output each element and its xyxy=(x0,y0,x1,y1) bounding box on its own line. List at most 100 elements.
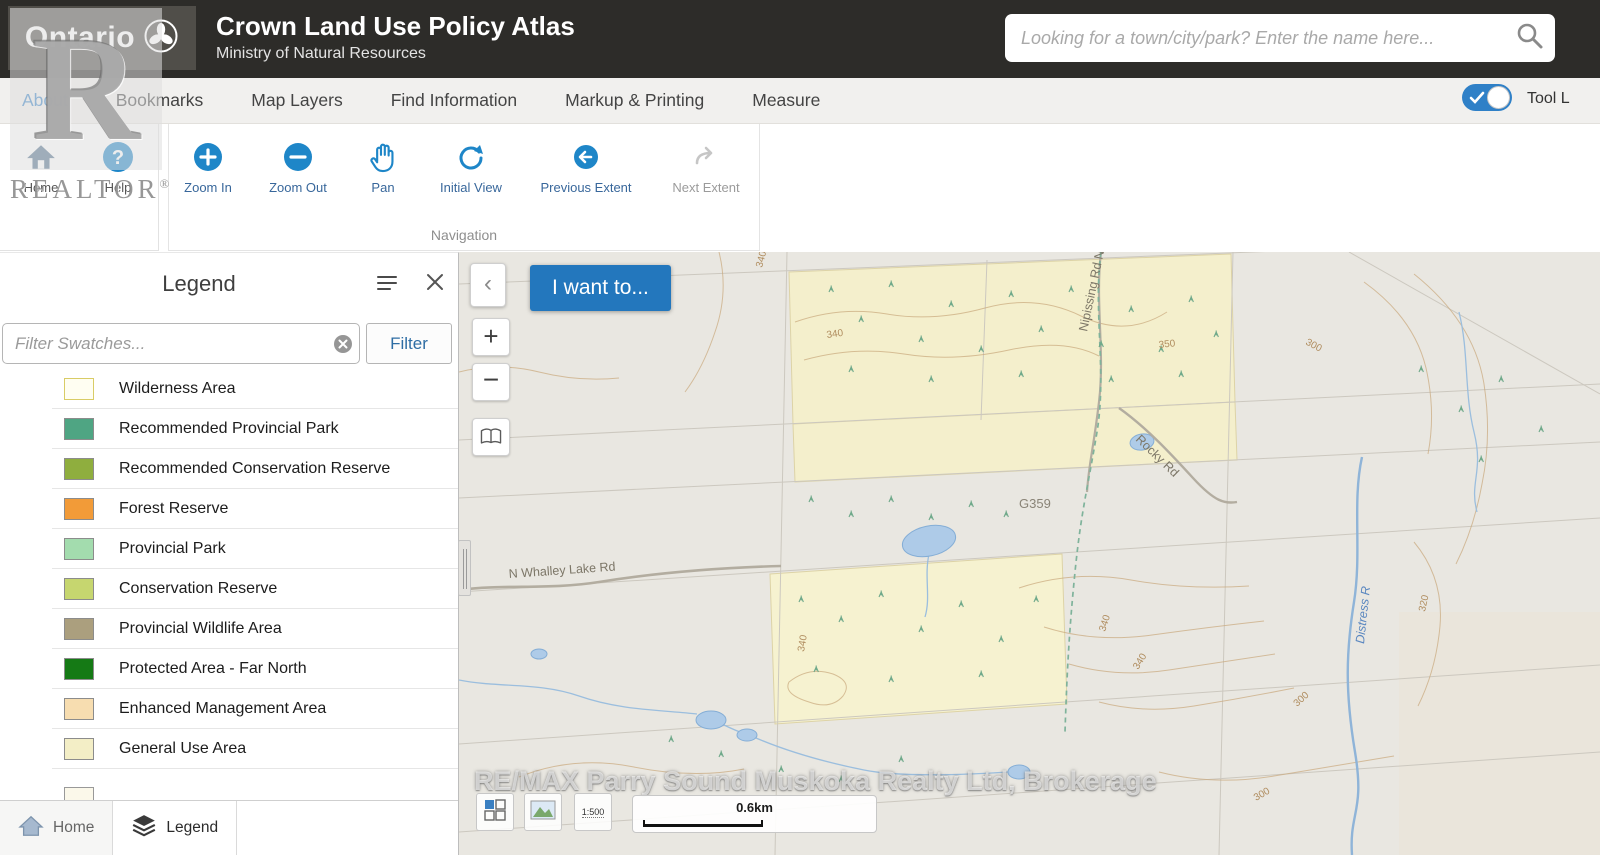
zoom-out-icon xyxy=(250,138,346,176)
search-icon[interactable] xyxy=(1515,21,1545,56)
legend-swatch xyxy=(64,538,94,560)
basemap-button[interactable] xyxy=(524,793,562,831)
legend-item-label: Wilderness Area xyxy=(119,380,236,398)
main-menu-bar: About Bookmarks Map Layers Find Informat… xyxy=(0,78,1600,124)
legend-title: Legend xyxy=(0,271,398,297)
filter-swatches-input[interactable] xyxy=(2,323,360,364)
legend-item-label: Enhanced Management Area xyxy=(119,700,326,718)
legend-list: Wilderness Area Recommended Provincial Pa… xyxy=(0,369,458,801)
legend-item-label: Forest Reserve xyxy=(119,500,228,518)
legend-item-label: Provincial Wildlife Area xyxy=(119,620,282,638)
legend-swatch xyxy=(64,498,94,520)
previous-extent-icon xyxy=(538,138,634,176)
tab-map-layers[interactable]: Map Layers xyxy=(251,90,342,111)
legend-swatch xyxy=(64,578,94,600)
legend-swatch xyxy=(64,458,94,480)
initial-view-tool[interactable]: Initial View xyxy=(423,138,519,195)
legend-item: Wilderness Area xyxy=(52,369,458,409)
next-extent-tool[interactable]: Next Extent xyxy=(658,138,754,195)
pan-tool[interactable]: Pan xyxy=(335,138,431,195)
zoom-out-tool[interactable]: Zoom Out xyxy=(250,138,346,195)
svg-text:?: ? xyxy=(112,147,124,169)
map-zoom-in-button[interactable]: + xyxy=(472,318,510,356)
ontario-logo-text: Ontario xyxy=(25,21,135,55)
overview-map-button[interactable] xyxy=(476,793,514,831)
check-icon xyxy=(1469,90,1485,105)
tab-markup-printing[interactable]: Markup & Printing xyxy=(565,90,704,111)
zoom-in-icon xyxy=(160,138,256,176)
legend-item-label: Recommended Provincial Park xyxy=(119,420,339,438)
legend-swatch xyxy=(64,378,94,400)
clear-filter-icon[interactable] xyxy=(333,334,353,359)
legend-item: Protected Area - Far North xyxy=(52,649,458,689)
page-subtitle: Ministry of Natural Resources xyxy=(216,45,426,63)
toolbar-navigation-group: Zoom In Zoom Out Pan xyxy=(168,124,760,251)
search-box xyxy=(1005,14,1555,62)
legend-item-label: Provincial Park xyxy=(119,540,226,558)
toolbar: Home ? Help Zoom In xyxy=(0,124,1600,252)
filter-button[interactable]: Filter xyxy=(366,323,452,364)
scale-bar-label: 0.6km xyxy=(633,800,876,815)
tab-measure[interactable]: Measure xyxy=(752,90,820,111)
page-title: Crown Land Use Policy Atlas xyxy=(216,11,575,42)
legend-item: General Use Area xyxy=(52,729,458,769)
legend-item: Provincial Wildlife Area xyxy=(52,609,458,649)
legend-panel: Legend Filter Wilderness Area Recommended… xyxy=(0,252,459,855)
app-header: Ontario Crown Land Use Policy Atlas Mini… xyxy=(0,0,1600,78)
basemap-icon xyxy=(530,800,556,825)
panel-splitter-handle[interactable] xyxy=(458,540,471,596)
legend-item: Enhanced Management Area xyxy=(52,689,458,729)
tool-labels-label: Tool L xyxy=(1527,90,1570,108)
legend-swatch xyxy=(64,738,94,760)
overview-map-icon xyxy=(483,798,507,827)
i-want-to-button[interactable]: I want to... xyxy=(530,265,671,311)
legend-item: Conservation Reserve xyxy=(52,569,458,609)
legend-item-label: General Use Area xyxy=(119,740,246,758)
panel-menu-icon[interactable] xyxy=(376,273,398,298)
pan-hand-icon xyxy=(335,138,431,176)
toolbar-home-group: Home ? Help xyxy=(0,124,159,251)
scale-ratio-button[interactable]: 1:500 xyxy=(574,793,612,831)
previous-extent-tool[interactable]: Previous Extent xyxy=(538,138,634,195)
tab-find-information[interactable]: Find Information xyxy=(391,90,517,111)
contour-elevation-label: 350 xyxy=(1158,338,1176,351)
trillium-icon xyxy=(143,18,179,59)
legend-item-partial xyxy=(64,787,94,801)
legend-item: Provincial Park xyxy=(52,529,458,569)
zoom-in-tool[interactable]: Zoom In xyxy=(160,138,256,195)
legend-swatch xyxy=(64,698,94,720)
legend-swatch xyxy=(64,618,94,640)
legend-item-label: Protected Area - Far North xyxy=(119,660,307,678)
layers-icon xyxy=(131,814,157,843)
scale-bar: 0.6km xyxy=(632,795,877,833)
legend-item: Forest Reserve xyxy=(52,489,458,529)
toolbar-group-label: Navigation xyxy=(169,227,759,243)
search-input[interactable] xyxy=(1021,28,1515,49)
collapse-panel-button[interactable]: ‹ xyxy=(470,263,506,307)
tab-about[interactable]: About xyxy=(22,90,68,111)
legend-swatch xyxy=(64,658,94,680)
legend-item: Recommended Provincial Park xyxy=(52,409,458,449)
help-button[interactable]: ? Help xyxy=(70,138,166,195)
panel-footer: Home Legend xyxy=(0,800,458,855)
tool-labels-toggle[interactable] xyxy=(1462,84,1512,111)
initial-view-icon xyxy=(423,138,519,176)
legend-filter-row: Filter xyxy=(0,317,459,369)
footer-tab-home[interactable]: Home xyxy=(0,801,113,855)
scale-ratio-value: 1:500 xyxy=(582,807,605,818)
legend-header: Legend xyxy=(0,253,458,315)
legend-item-label: Conservation Reserve xyxy=(119,580,277,598)
map-canvas[interactable]: Nipissing Rd N Rocky Rd N Whalley Lake R… xyxy=(459,252,1600,855)
map-viewport: Nipissing Rd N Rocky Rd N Whalley Lake R… xyxy=(459,252,1600,855)
legend-item: Recommended Conservation Reserve xyxy=(52,449,458,489)
footer-tab-legend[interactable]: Legend xyxy=(113,801,237,855)
tab-bookmarks[interactable]: Bookmarks xyxy=(116,90,204,111)
map-label-g359: G359 xyxy=(1019,496,1051,511)
legend-item-label: Recommended Conservation Reserve xyxy=(119,460,390,478)
book-icon xyxy=(478,434,504,451)
close-icon[interactable] xyxy=(426,273,444,296)
bookmarks-button[interactable] xyxy=(472,418,510,456)
toggle-knob xyxy=(1487,86,1510,109)
home-icon xyxy=(18,814,44,843)
map-zoom-out-button[interactable]: − xyxy=(472,363,510,401)
